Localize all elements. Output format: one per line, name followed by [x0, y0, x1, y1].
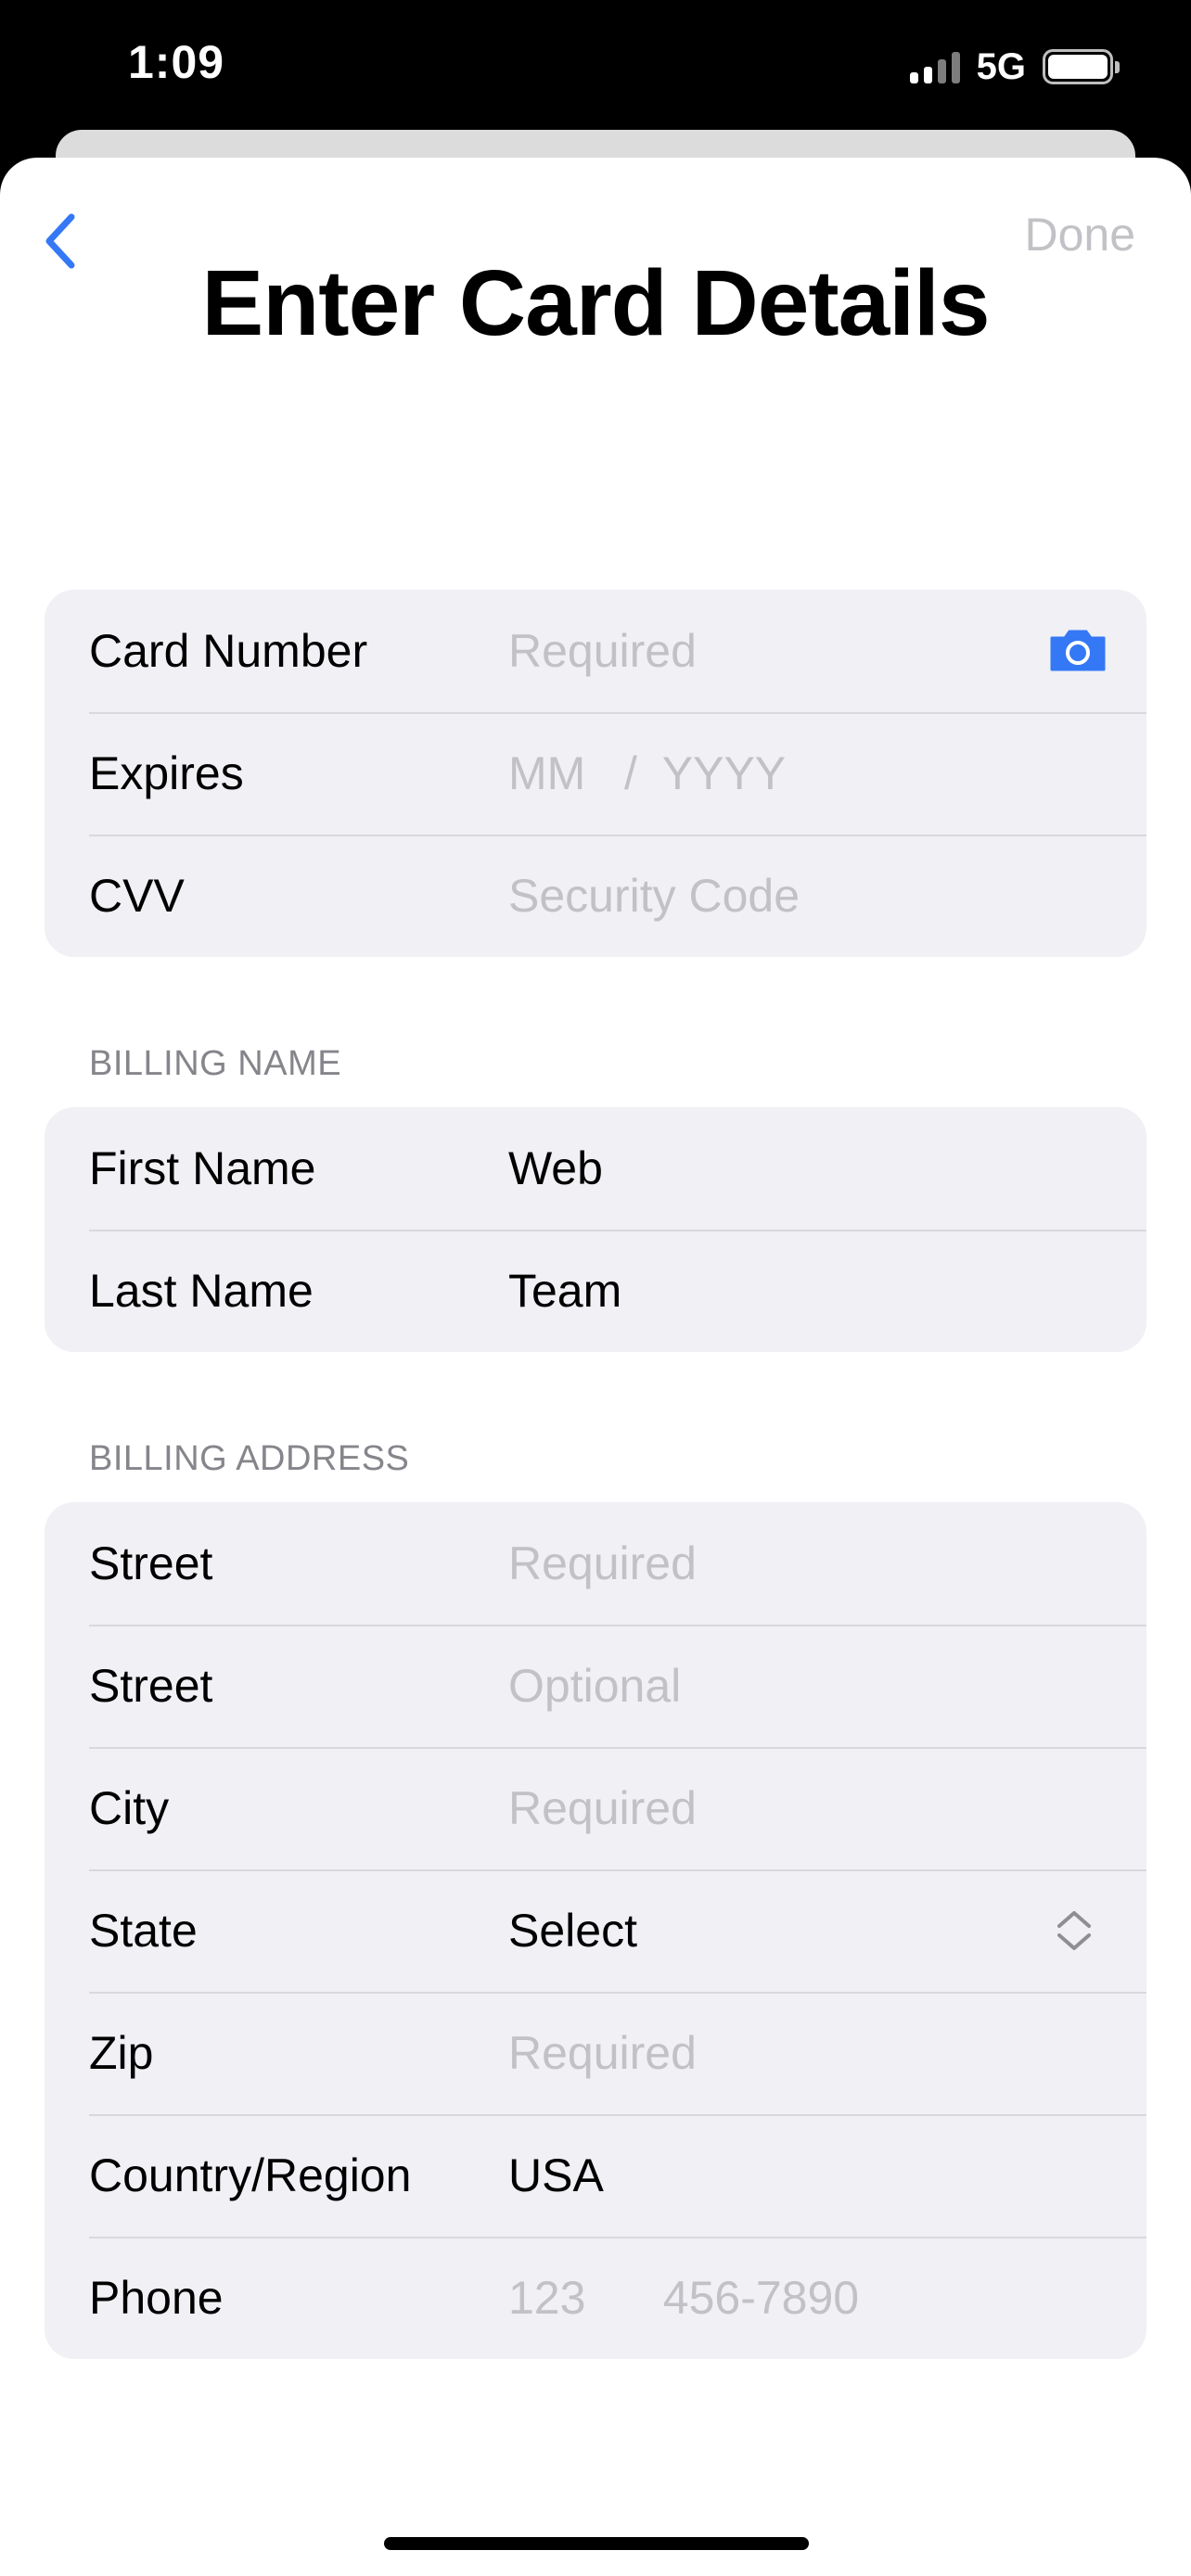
billing-name-group: First Name Web Last Name Team	[45, 1107, 1146, 1352]
billing-name-header: BILLING NAME	[89, 1044, 342, 1083]
first-name-field[interactable]: Web	[508, 1141, 603, 1195]
state-select[interactable]: Select	[508, 1904, 637, 1958]
phone-row[interactable]: Phone 123 456-7890	[45, 2237, 1146, 2359]
status-bar: 1:09 5G	[0, 0, 1191, 130]
card-number-label: Card Number	[89, 625, 368, 677]
billing-address-group: Street Required Street Optional City Req…	[45, 1502, 1146, 2359]
state-label: State	[89, 1905, 198, 1957]
street-field[interactable]: Required	[508, 1537, 697, 1590]
zip-field[interactable]: Required	[508, 2026, 697, 2080]
battery-icon	[1043, 49, 1120, 84]
card-number-field[interactable]: Required	[508, 624, 697, 678]
status-time: 1:09	[128, 36, 225, 88]
phone-field[interactable]: 123 456-7890	[508, 2271, 859, 2325]
first-name-row[interactable]: First Name Web	[45, 1107, 1146, 1230]
network-type: 5G	[976, 45, 1026, 87]
street-label: Street	[89, 1537, 213, 1589]
page-title: Enter Card Details	[201, 251, 991, 355]
city-row[interactable]: City Required	[45, 1747, 1146, 1869]
home-indicator[interactable]	[384, 2537, 809, 2550]
card-number-row[interactable]: Card Number Required	[45, 590, 1146, 712]
status-indicators: 5G	[909, 45, 1120, 87]
cvv-field[interactable]: Security Code	[508, 869, 800, 923]
last-name-row[interactable]: Last Name Team	[45, 1230, 1146, 1352]
street-2-label: Street	[89, 1660, 213, 1712]
city-label: City	[89, 1782, 170, 1834]
city-field[interactable]: Required	[508, 1781, 697, 1835]
cvv-row[interactable]: CVV Security Code	[45, 835, 1146, 957]
cvv-label: CVV	[89, 870, 185, 922]
phone-label: Phone	[89, 2272, 224, 2324]
street-2-field[interactable]: Optional	[508, 1659, 681, 1713]
camera-icon[interactable]	[1048, 629, 1108, 673]
last-name-label: Last Name	[89, 1265, 314, 1317]
street-2-row[interactable]: Street Optional	[45, 1625, 1146, 1747]
battery-fill	[1048, 55, 1108, 79]
country-region-field[interactable]: USA	[508, 2149, 604, 2202]
first-name-label: First Name	[89, 1142, 316, 1194]
country-region-label: Country/Region	[89, 2149, 412, 2201]
zip-label: Zip	[89, 2027, 154, 2079]
cellular-signal-icon	[909, 50, 960, 83]
expires-row[interactable]: Expires MM / YYYY	[45, 712, 1146, 835]
expires-label: Expires	[89, 747, 244, 799]
expires-field[interactable]: MM / YYYY	[508, 746, 786, 800]
country-region-row[interactable]: Country/Region USA	[45, 2114, 1146, 2237]
card-details-group: Card Number Required Expires MM / YYYY C…	[45, 590, 1146, 957]
state-row[interactable]: State Select	[45, 1869, 1146, 1992]
chevron-up-down-icon[interactable]	[1054, 1908, 1095, 1953]
street-row[interactable]: Street Required	[45, 1502, 1146, 1625]
billing-address-header: BILLING ADDRESS	[89, 1439, 410, 1478]
zip-row[interactable]: Zip Required	[45, 1992, 1146, 2114]
last-name-field[interactable]: Team	[508, 1264, 621, 1318]
